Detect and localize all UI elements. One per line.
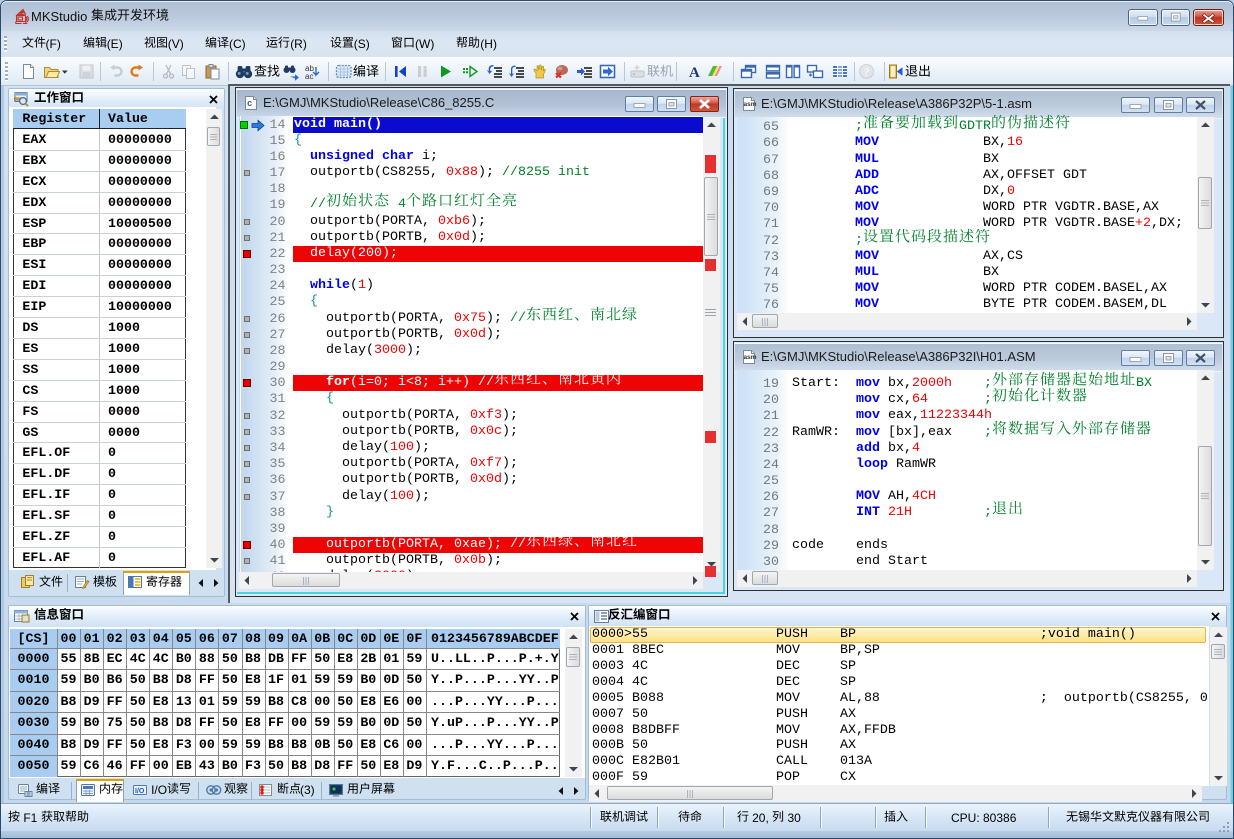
svg-text:I/O: I/O — [135, 788, 145, 795]
svg-text:ac: ac — [305, 72, 313, 81]
svg-text:c: c — [247, 99, 252, 109]
svg-text:asm: asm — [744, 354, 757, 361]
svg-text:asm: asm — [744, 101, 757, 108]
svg-text:?: ? — [864, 65, 870, 79]
svg-text:A: A — [689, 65, 700, 81]
